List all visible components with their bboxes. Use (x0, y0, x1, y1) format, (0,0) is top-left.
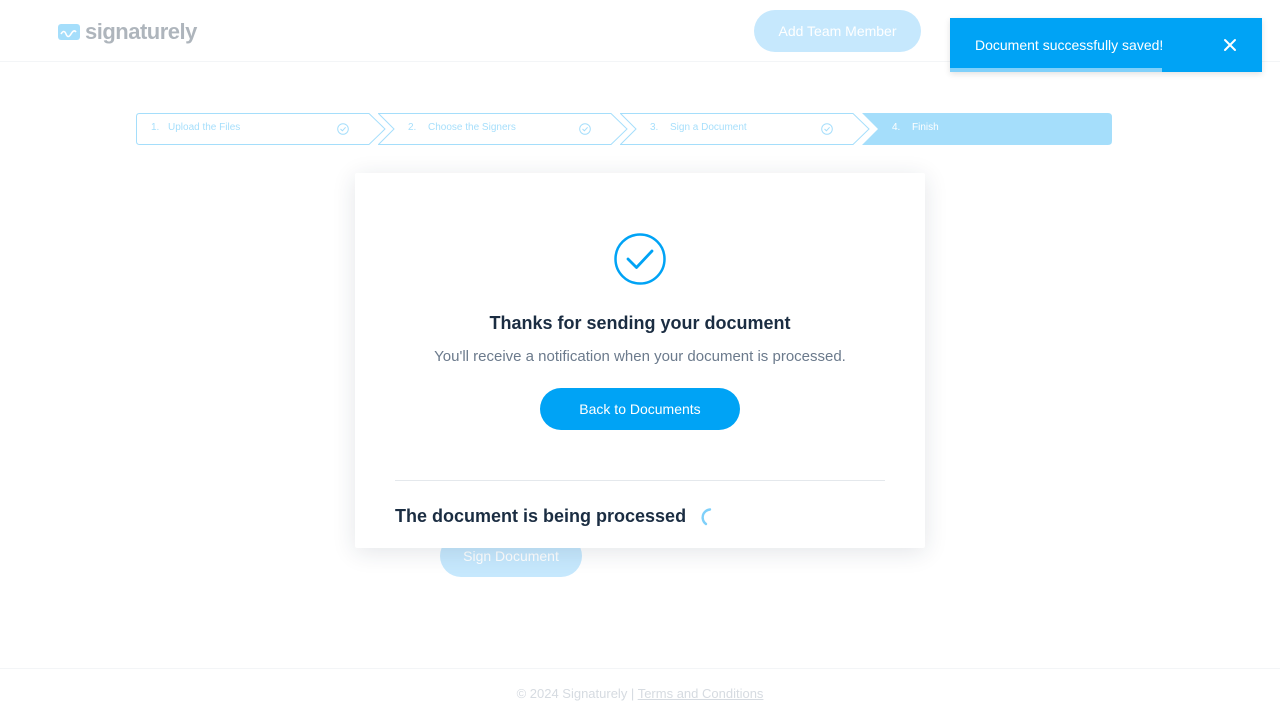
check-circle-icon (579, 123, 591, 135)
step-choose-signers: 2. Choose the Signers (378, 113, 628, 145)
toast-progress-bar (950, 68, 1163, 72)
signature-logo-icon (58, 24, 80, 40)
step-label: Choose the Signers (428, 122, 516, 133)
step-number: 4. (892, 122, 901, 133)
document-sent-modal: Thanks for sending your document You'll … (355, 173, 925, 548)
step-number: 3. (650, 122, 659, 133)
processing-status-text: The document is being processed (395, 506, 687, 526)
back-to-documents-button[interactable]: Back to Documents (540, 388, 740, 430)
toast-message: Document successfully saved! (975, 37, 1164, 53)
success-toast: Document successfully saved! (950, 18, 1262, 72)
checkmark-circle-icon (614, 233, 666, 285)
step-label: Sign a Document (670, 122, 747, 133)
step-label: Finish (912, 122, 939, 133)
copyright-text: © 2024 Signaturely | (516, 686, 638, 701)
step-number: 1. (151, 122, 160, 133)
step-finish: 4. Finish (862, 113, 1112, 145)
check-circle-icon (821, 123, 833, 135)
step-upload-files: 1. Upload the Files (136, 113, 386, 145)
close-icon[interactable] (1222, 37, 1238, 53)
logo-wordmark: signaturely (85, 19, 197, 44)
modal-divider (395, 480, 885, 481)
step-number: 2. (408, 122, 417, 133)
step-sign-document: 3. Sign a Document (620, 113, 870, 145)
progress-stepper: 1. Upload the Files 2. Choose the Signer… (136, 113, 1112, 145)
terms-and-conditions-link[interactable]: Terms and Conditions (638, 686, 764, 701)
modal-subtitle: You'll receive a notification when your … (434, 348, 846, 365)
page-footer: © 2024 Signaturely | Terms and Condition… (0, 668, 1280, 720)
step-label: Upload the Files (168, 122, 241, 133)
signaturely-logo[interactable]: signaturely (58, 19, 197, 45)
check-circle-icon (337, 123, 349, 135)
modal-title: Thanks for sending your document (489, 313, 791, 333)
loading-spinner-icon (701, 508, 712, 526)
add-team-member-button[interactable]: Add Team Member (754, 10, 921, 52)
